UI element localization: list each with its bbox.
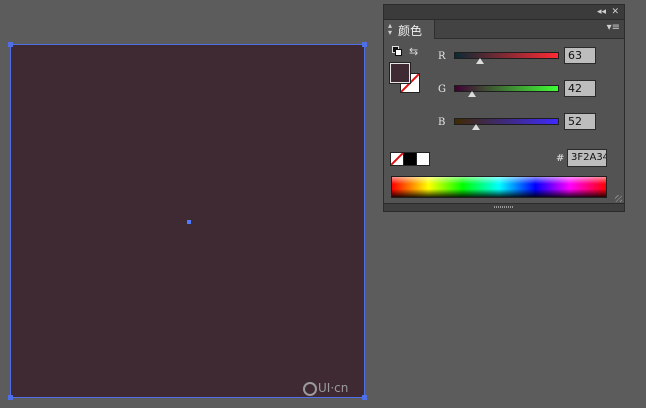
- color-panel: ◂◂ ✕ ▴ ▾ 颜色 ▾≡ ⇆ R 63 G 42 B 52 # 3F2A34: [383, 4, 625, 212]
- channel-label-g: G: [438, 84, 446, 95]
- default-colors-icon[interactable]: [392, 46, 402, 56]
- slider-r[interactable]: [454, 52, 559, 64]
- resize-handle-bottom-left[interactable]: [8, 395, 13, 400]
- tab-color[interactable]: ▴ ▾ 颜色: [384, 20, 435, 39]
- slider-thumb-g[interactable]: [467, 91, 476, 97]
- collapse-icon[interactable]: ◂◂: [597, 6, 606, 18]
- none-slash-icon: [391, 153, 403, 165]
- panel-bottom-bar[interactable]: [384, 203, 624, 211]
- selected-rectangle[interactable]: [8, 42, 367, 400]
- value-field-b[interactable]: 52: [564, 113, 596, 130]
- slider-thumb-b[interactable]: [472, 124, 480, 130]
- watermark-logo-icon: [303, 381, 317, 396]
- value-field-r[interactable]: 63: [564, 47, 596, 64]
- panel-menu-icon[interactable]: ▾≡: [607, 22, 620, 33]
- channel-label-r: R: [438, 51, 446, 62]
- drag-grip-icon[interactable]: [494, 206, 514, 208]
- slider-b[interactable]: [454, 118, 559, 130]
- fill-swatch[interactable]: [390, 63, 410, 83]
- tab-label: 颜色: [398, 24, 423, 38]
- swap-fill-stroke-icon[interactable]: ⇆: [409, 45, 418, 58]
- black-swatch[interactable]: [403, 152, 417, 166]
- slider-thumb-r[interactable]: [476, 58, 485, 64]
- panel-title-bar[interactable]: ◂◂ ✕: [384, 5, 624, 20]
- watermark-text: UI·cn: [318, 381, 349, 395]
- channel-label-b: B: [438, 117, 446, 128]
- value-field-g[interactable]: 42: [564, 80, 596, 97]
- white-swatch[interactable]: [416, 152, 430, 166]
- resize-handle-top-left[interactable]: [8, 42, 13, 47]
- resize-handle-bottom-right[interactable]: [362, 395, 367, 400]
- hex-input[interactable]: 3F2A34: [567, 149, 607, 167]
- watermark: UI·cn: [303, 381, 348, 396]
- updown-icon: ▴ ▾: [388, 21, 393, 37]
- center-point[interactable]: [187, 220, 191, 224]
- none-swatch[interactable]: [390, 152, 404, 166]
- color-spectrum[interactable]: [391, 176, 607, 198]
- close-icon[interactable]: ✕: [611, 6, 619, 18]
- resize-grip-icon[interactable]: [615, 195, 622, 202]
- panel-tab-bar: ▴ ▾ 颜色 ▾≡: [384, 20, 624, 39]
- hex-label: #: [556, 153, 565, 164]
- slider-g[interactable]: [454, 85, 559, 97]
- resize-handle-top-right[interactable]: [362, 42, 367, 47]
